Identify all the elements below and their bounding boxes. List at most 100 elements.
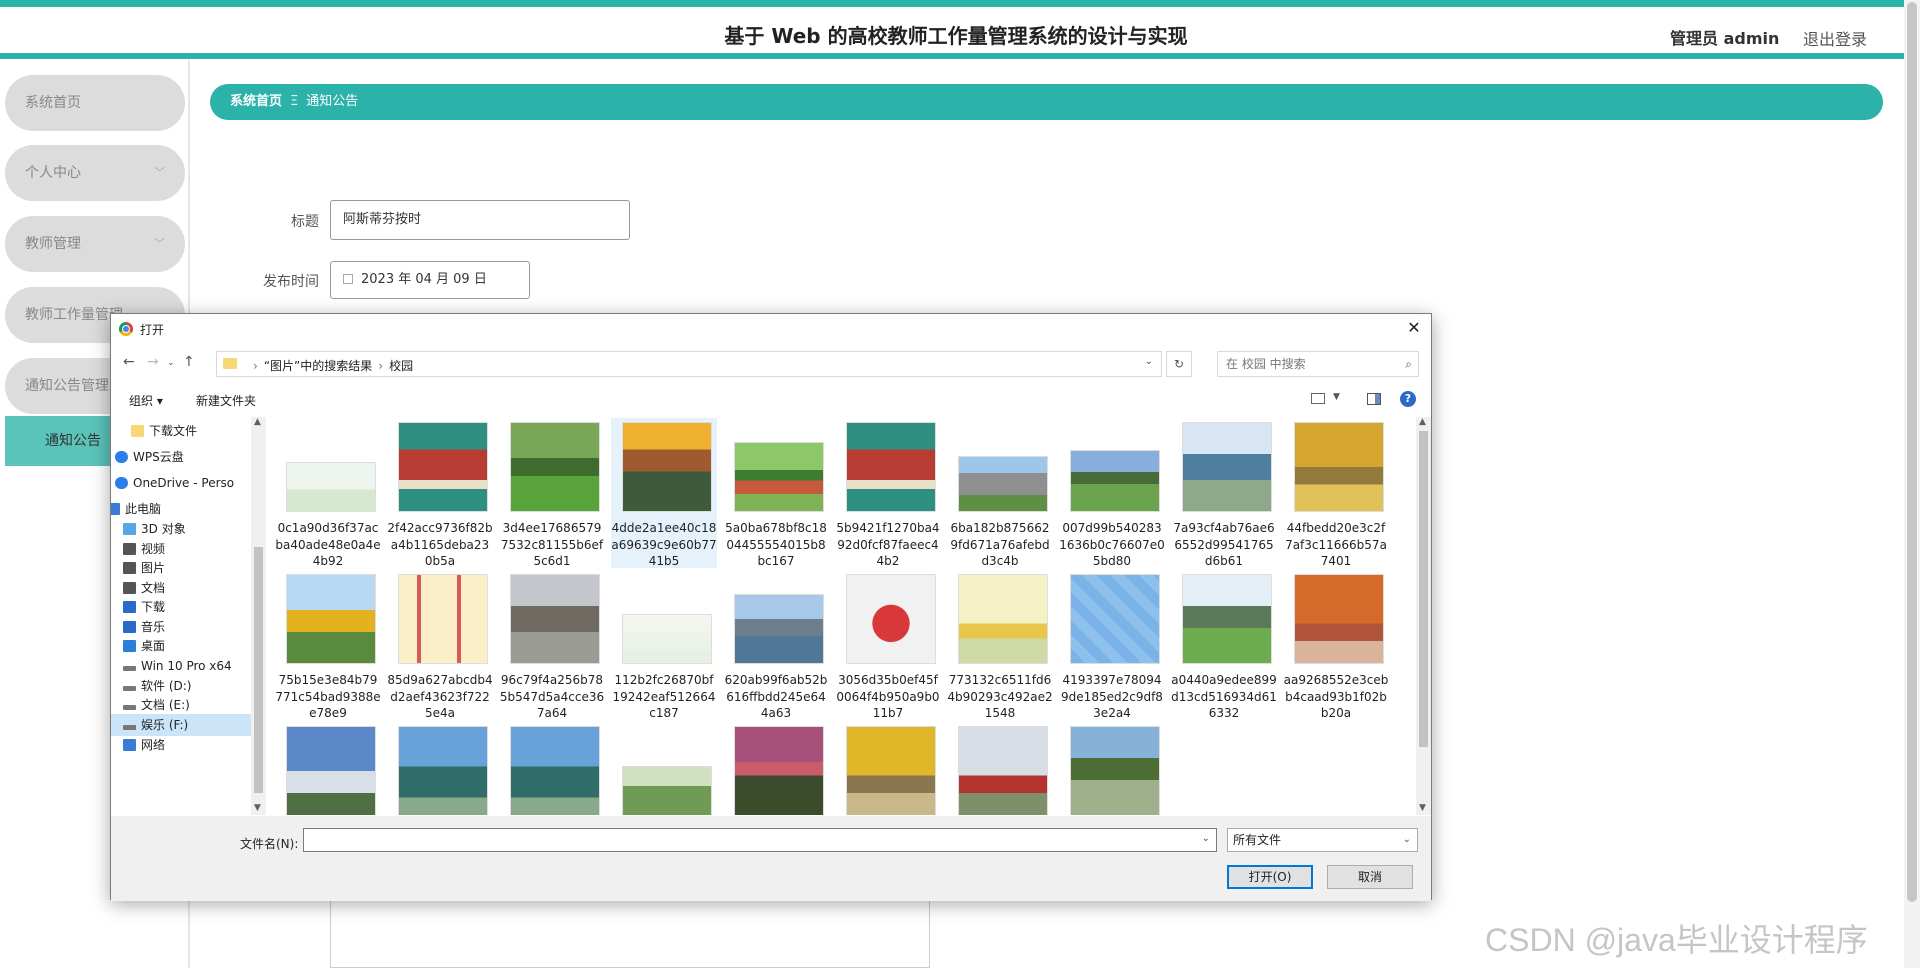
file-item[interactable]	[387, 722, 493, 815]
file-thumbnail	[622, 766, 712, 815]
file-item[interactable]	[275, 722, 381, 815]
file-name: 620ab99f6ab52b616ffbdd245e644a63	[724, 673, 828, 720]
file-item[interactable]: 96c79f4a256b785b547d5a4cce367a64	[499, 570, 605, 720]
breadcrumb-current: 通知公告	[306, 94, 359, 109]
cancel-button[interactable]: 取消	[1327, 865, 1413, 889]
sidebar-item-label: 教师管理	[25, 236, 81, 252]
file-item[interactable]	[723, 722, 829, 815]
tree-item[interactable]: OneDrive - Perso	[111, 472, 266, 494]
view-mode-icon[interactable]	[1311, 393, 1325, 404]
file-item[interactable]: aa9268552e3cebb4caad93b1f02bb20a	[1283, 570, 1389, 720]
breadcrumb-home[interactable]: 系统首页	[230, 94, 282, 109]
chevron-down-icon[interactable]: ▼	[1333, 392, 1340, 402]
file-item[interactable]: 4dde2a1ee40c18a69639c9e60b7741b5	[611, 418, 717, 568]
file-item[interactable]: 773132c6511fd64b90293c492ae21548	[947, 570, 1053, 720]
close-icon[interactable]: ✕	[1403, 317, 1425, 339]
sidebar-item-home[interactable]: 系统首页	[5, 75, 185, 131]
address-crumb[interactable]: 校园	[389, 359, 413, 373]
tree-item[interactable]: 下载文件	[111, 420, 266, 442]
file-item[interactable]: 112b2fc26870bf19242eaf512664c187	[611, 570, 717, 720]
file-item[interactable]: 6ba182b8756629fd671a76afebdd3c4b	[947, 418, 1053, 568]
file-thumbnail	[846, 422, 936, 512]
title-input[interactable]: 阿斯蒂芬按时	[330, 200, 630, 240]
tree-scrollbar-thumb[interactable]	[254, 547, 263, 793]
back-arrow-icon[interactable]: ←	[123, 354, 135, 370]
preview-pane-icon[interactable]	[1367, 393, 1381, 405]
chevron-down-icon[interactable]: ⌄	[1145, 356, 1153, 367]
tree-item[interactable]: 图片	[111, 557, 266, 579]
new-folder-button[interactable]: 新建文件夹	[196, 392, 256, 409]
file-item[interactable]: 4193397e780949de185ed2c9df83e2a4	[1059, 570, 1165, 720]
search-input[interactable]: 在 校园 中搜索 ⌕	[1217, 351, 1419, 377]
refresh-icon[interactable]: ↻	[1166, 351, 1192, 377]
up-arrow-icon[interactable]: ↑	[183, 354, 195, 370]
file-item[interactable]: 7a93cf4ab76ae66552d99541765d6b61	[1171, 418, 1277, 568]
file-item[interactable]: a0440a9edee899d13cd516934d616332	[1171, 570, 1277, 720]
tree-item[interactable]: 桌面	[111, 635, 266, 657]
scroll-up-icon[interactable]: ▲	[254, 417, 261, 427]
file-thumbnail	[958, 574, 1048, 664]
tree-scrollbar[interactable]: ▲ ▼	[251, 417, 266, 815]
search-placeholder: 在 校园 中搜索	[1226, 357, 1306, 371]
address-crumb[interactable]: “图片”中的搜索结果	[264, 359, 372, 373]
tree-item[interactable]: 下载	[111, 596, 266, 618]
file-item[interactable]	[499, 722, 605, 815]
scroll-down-icon[interactable]: ▼	[1419, 803, 1426, 813]
tree-item[interactable]: Win 10 Pro x64	[111, 655, 266, 677]
page-scrollbar[interactable]	[1904, 0, 1920, 968]
file-item[interactable]: 007d99b5402831636b0c76607e05bd80	[1059, 418, 1165, 568]
file-type-select[interactable]: 所有文件 ⌄	[1227, 828, 1418, 852]
publish-date-label: 发布时间	[263, 274, 319, 290]
publish-date-input[interactable]: 2023 年 04 月 09 日	[330, 261, 530, 299]
file-item[interactable]: 0c1a90d36f37acba40ade48e0a4e4b92	[275, 418, 381, 568]
file-item[interactable]	[835, 722, 941, 815]
file-item[interactable]: 3056d35b0ef45f0064f4b950a9b011b7	[835, 570, 941, 720]
cloud-icon	[115, 451, 128, 463]
page-scrollbar-thumb[interactable]	[1907, 2, 1917, 902]
chevron-down-icon[interactable]: ⌄	[1202, 833, 1210, 844]
watermark: CSDN @java毕业设计程序	[1485, 922, 1868, 958]
tree-item[interactable]: 此电脑	[111, 498, 266, 520]
organize-button[interactable]: 组织 ▾	[129, 392, 163, 409]
file-item[interactable]: 44fbedd20e3c2f7af3c11666b57a7401	[1283, 418, 1389, 568]
file-thumbnail	[958, 456, 1048, 512]
tree-item[interactable]: WPS云盘	[111, 446, 266, 468]
sidebar-item-label: 系统首页	[25, 95, 81, 111]
recent-dropdown-icon[interactable]: ⌄	[167, 358, 175, 368]
tree-item-label: 下载文件	[149, 424, 198, 438]
file-grid-scrollbar[interactable]: ▲ ▼	[1416, 417, 1431, 815]
tree-item[interactable]: 3D 对象	[111, 518, 266, 540]
file-thumbnail	[1294, 422, 1384, 512]
file-item[interactable]: 75b15e3e84b79771c54bad9388ee78e9	[275, 570, 381, 720]
logout-button[interactable]: 退出登录	[1803, 26, 1867, 50]
scroll-up-icon[interactable]: ▲	[1419, 417, 1426, 427]
sidebar-item-teacher-management[interactable]: 教师管理 ﹀	[5, 216, 185, 272]
file-item[interactable]	[611, 722, 717, 815]
open-button[interactable]: 打开(O)	[1227, 865, 1313, 889]
file-name: 3056d35b0ef45f0064f4b950a9b011b7	[836, 673, 940, 720]
file-item[interactable]: 3d4ee176865797532c81155b6ef5c6d1	[499, 418, 605, 568]
file-item[interactable]: 85d9a627abcdb4d2aef43623f7225e4a	[387, 570, 493, 720]
file-item[interactable]: 620ab99f6ab52b616ffbdd245e644a63	[723, 570, 829, 720]
drive-icon	[123, 686, 136, 691]
file-type-value: 所有文件	[1233, 833, 1282, 847]
dialog-nav-bar: ← → ⌄ ↑ › “图片”中的搜索结果 › 校园 ⌄ ↻ 在 校园 中搜索 ⌕	[111, 348, 1431, 380]
filename-input[interactable]: ⌄	[303, 828, 1217, 852]
scroll-down-icon[interactable]: ▼	[254, 803, 261, 813]
file-item[interactable]	[1059, 722, 1165, 815]
help-icon[interactable]: ?	[1400, 391, 1416, 407]
file-item[interactable]: 5b9421f1270ba492d0fcf87faeec44b2	[835, 418, 941, 568]
file-item[interactable]	[947, 722, 1053, 815]
tree-item[interactable]: 娱乐 (F:)	[111, 714, 266, 736]
file-thumbnail	[846, 726, 936, 815]
file-item[interactable]: 5a0ba678bf8c1804455554015b8bc167	[723, 418, 829, 568]
file-item[interactable]: 2f42acc9736f82ba4b1165deba230b5a	[387, 418, 493, 568]
address-bar[interactable]: › “图片”中的搜索结果 › 校园 ⌄	[216, 351, 1162, 377]
sidebar-item-personal-center[interactable]: 个人中心 ﹀	[5, 145, 185, 201]
file-grid-scrollbar-thumb[interactable]	[1419, 431, 1428, 747]
tree-item[interactable]: 网络	[111, 734, 266, 756]
tree-item[interactable]: 文档 (E:)	[111, 694, 266, 716]
forward-arrow-icon[interactable]: →	[147, 354, 159, 370]
file-name: a0440a9edee899d13cd516934d616332	[1171, 673, 1277, 720]
address-crumbs: › “图片”中的搜索结果 › 校园	[253, 359, 414, 373]
